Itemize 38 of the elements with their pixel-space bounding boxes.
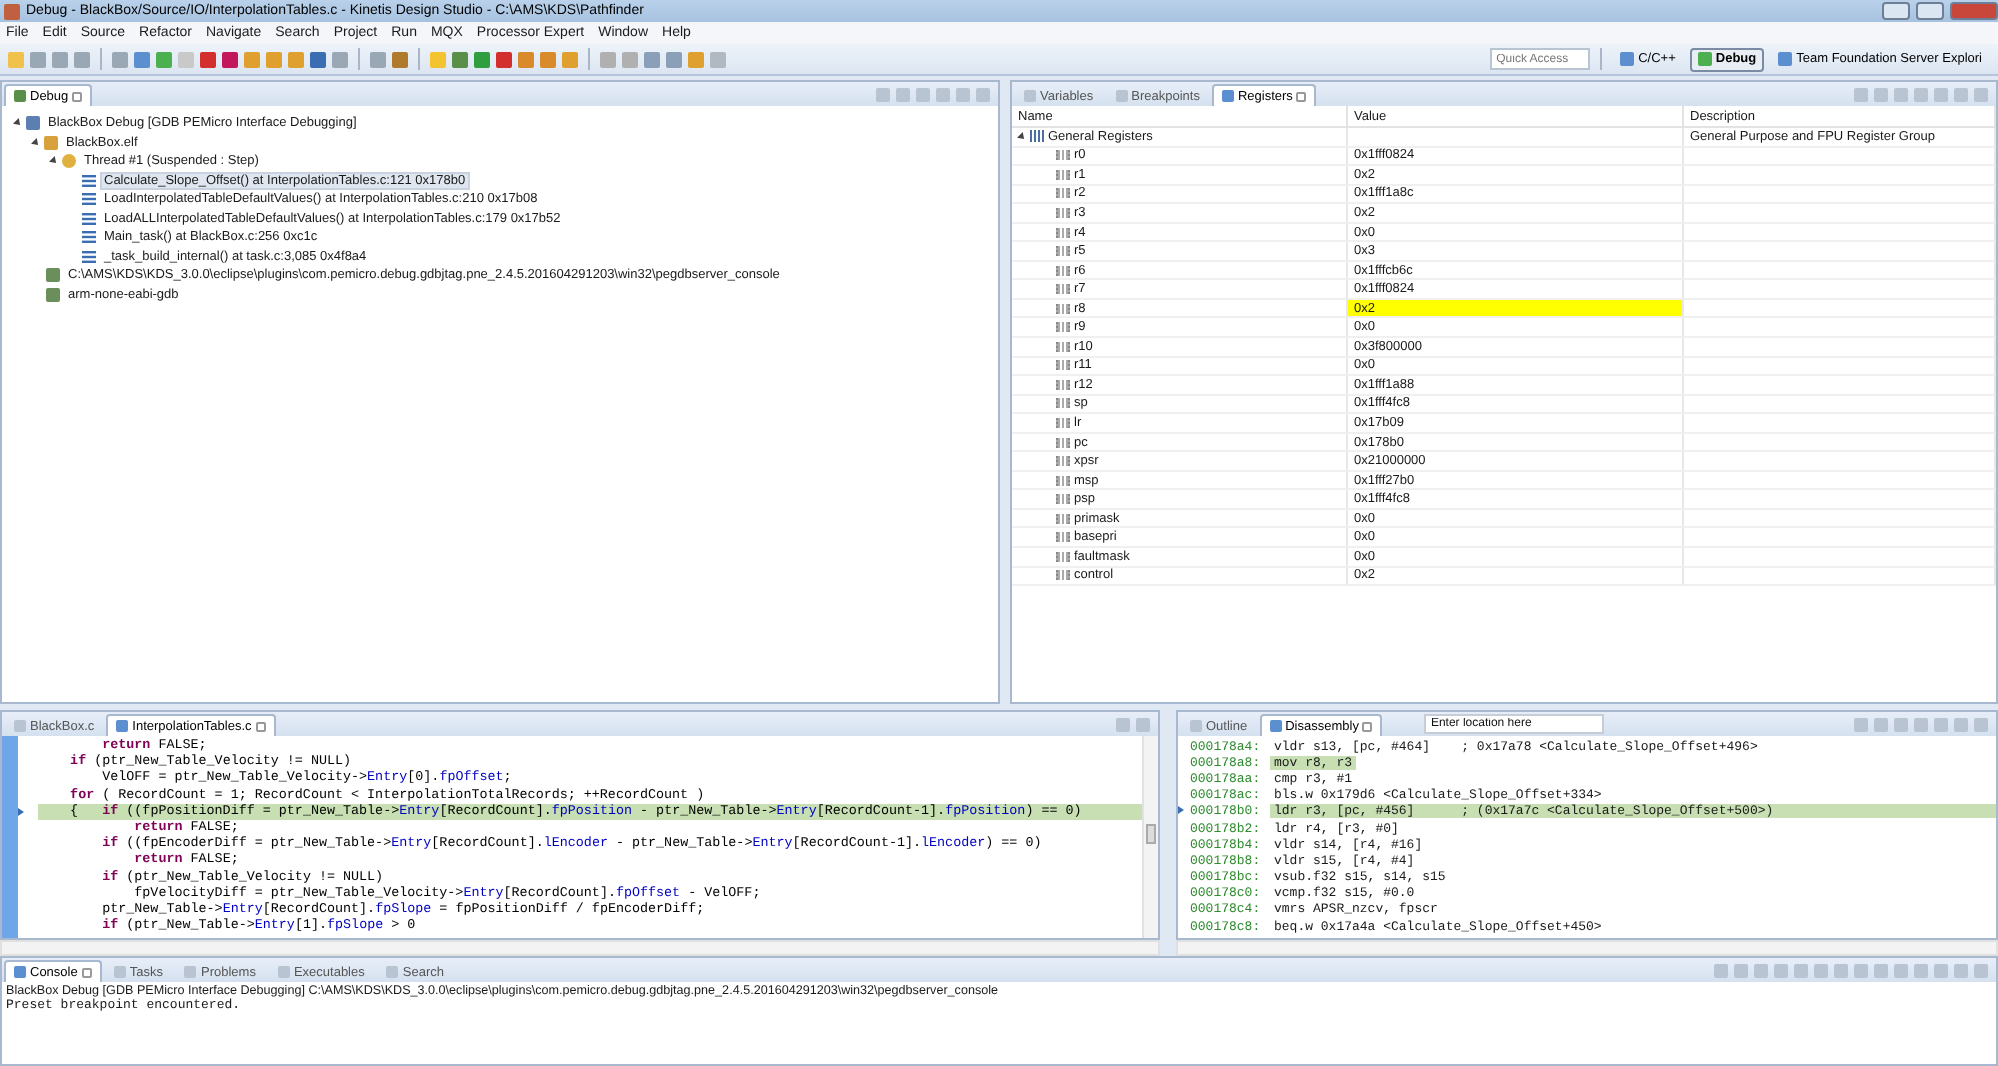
tab-icon: [14, 966, 26, 978]
tab-icon: [1115, 90, 1128, 102]
stack-frame-icon: [82, 173, 96, 188]
scrollbar[interactable]: [1142, 736, 1158, 938]
tab-icon: [184, 966, 197, 978]
close-icon[interactable]: [72, 91, 83, 101]
tab-icon: [116, 720, 129, 732]
app-icon: [4, 3, 20, 19]
close-icon[interactable]: [1362, 721, 1373, 731]
tab-icon: [277, 966, 290, 978]
perspective-icon: [1697, 52, 1712, 66]
thread-icon: [62, 154, 76, 169]
horizontal-scrollbar[interactable]: [0, 940, 1160, 956]
process-icon: [44, 135, 58, 150]
tab-icon: [1024, 90, 1036, 102]
tab-icon: [1269, 720, 1282, 732]
stack-frame-icon: [82, 192, 96, 207]
tab-icon: [1190, 720, 1202, 732]
perspective-icon: [1778, 52, 1793, 66]
perspective-icon: [1620, 52, 1635, 66]
tab-icon: [386, 966, 399, 978]
close-button[interactable]: [1950, 2, 1998, 20]
tab-icon: [14, 720, 26, 732]
horizontal-scrollbar[interactable]: [1175, 940, 1998, 956]
stack-frame-icon: [82, 230, 96, 245]
tab-icon: [1221, 90, 1234, 102]
debug-icon: [14, 90, 26, 102]
close-icon[interactable]: [255, 721, 266, 731]
close-icon[interactable]: [1296, 91, 1307, 101]
launch-icon: [26, 116, 40, 131]
expand-arrow-icon[interactable]: [1017, 131, 1027, 142]
maximize-button[interactable]: [1916, 2, 1944, 20]
register-group-icon: [1030, 130, 1044, 143]
tab-icon: [113, 966, 126, 978]
stack-frame-icon: [82, 211, 96, 226]
stack-frame-icon: [82, 249, 96, 264]
minimize-button[interactable]: [1882, 2, 1910, 20]
close-icon[interactable]: [81, 967, 92, 977]
